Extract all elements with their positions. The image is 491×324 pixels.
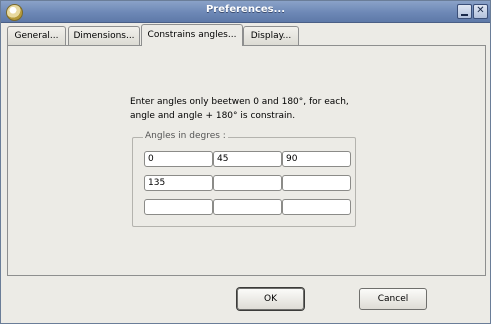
instructions-line-1: Enter angles only beetwen 0 and 180°, fo… bbox=[130, 97, 349, 107]
instructions-text: Enter angles only beetwen 0 and 180°, fo… bbox=[130, 95, 390, 123]
preferences-dialog: Preferences... ✕ General... Dimensions..… bbox=[0, 0, 491, 324]
angle-field-r1-c3[interactable]: 90 bbox=[282, 151, 351, 167]
ok-button[interactable]: OK bbox=[237, 288, 304, 310]
angle-field-r2-c2[interactable] bbox=[213, 175, 282, 191]
angle-field-r3-c1[interactable] bbox=[144, 199, 213, 215]
angle-field-r3-c2[interactable] bbox=[213, 199, 282, 215]
angle-field-r3-c3[interactable] bbox=[282, 199, 351, 215]
angles-group: Angles in degres : 0 45 90 135 bbox=[132, 131, 356, 227]
instructions-line-2: angle and angle + 180° is constrain. bbox=[130, 111, 296, 121]
angle-field-r2-c3[interactable] bbox=[282, 175, 351, 191]
tab-panel: Enter angles only beetwen 0 and 180°, fo… bbox=[7, 45, 486, 276]
tab-bar: General... Dimensions... Constrains angl… bbox=[5, 24, 488, 46]
tab-dimensions[interactable]: Dimensions... bbox=[68, 26, 140, 45]
minimize-icon[interactable] bbox=[457, 4, 472, 19]
cancel-button[interactable]: Cancel bbox=[359, 288, 427, 310]
angle-field-r2-c1[interactable]: 135 bbox=[144, 175, 213, 191]
angle-field-r1-c2[interactable]: 45 bbox=[213, 151, 282, 167]
tab-display[interactable]: Display... bbox=[243, 26, 299, 45]
close-icon[interactable]: ✕ bbox=[473, 4, 488, 19]
angles-group-legend: Angles in degres : bbox=[143, 131, 228, 141]
tab-constrains-angles[interactable]: Constrains angles... bbox=[141, 24, 243, 46]
tab-general[interactable]: General... bbox=[7, 26, 66, 45]
angle-field-r1-c1[interactable]: 0 bbox=[144, 151, 213, 167]
title-bar[interactable]: Preferences... ✕ bbox=[1, 1, 490, 23]
window-title: Preferences... bbox=[205, 4, 286, 15]
